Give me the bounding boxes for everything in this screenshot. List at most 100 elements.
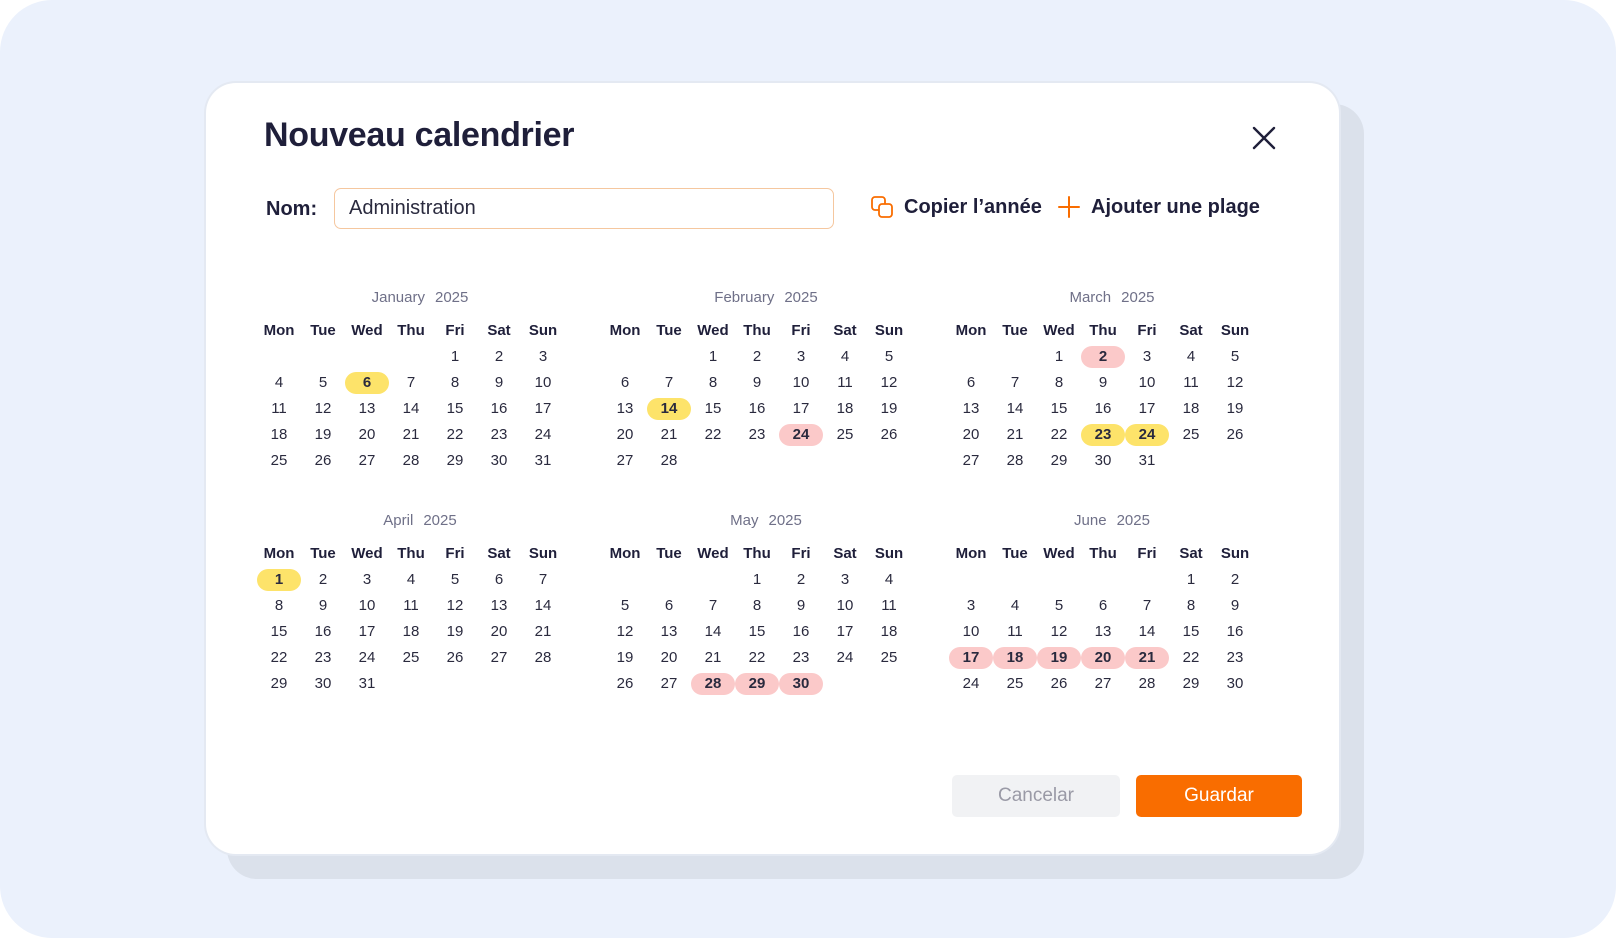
day-cell[interactable]: 28 (993, 450, 1037, 472)
day-cell[interactable]: 8 (433, 372, 477, 394)
day-cell[interactable]: 17 (521, 398, 565, 420)
day-cell[interactable]: 24 (779, 424, 823, 446)
copy-year-button[interactable]: Copier l’année (870, 195, 1042, 219)
day-cell[interactable]: 7 (993, 372, 1037, 394)
day-cell[interactable]: 18 (389, 621, 433, 643)
day-cell[interactable]: 21 (1125, 647, 1169, 669)
day-cell[interactable]: 21 (521, 621, 565, 643)
day-cell[interactable]: 6 (949, 372, 993, 394)
day-cell[interactable]: 15 (257, 621, 301, 643)
day-cell[interactable]: 15 (433, 398, 477, 420)
day-cell[interactable]: 19 (301, 424, 345, 446)
day-cell[interactable]: 14 (993, 398, 1037, 420)
day-cell[interactable]: 26 (433, 647, 477, 669)
day-cell[interactable]: 5 (1213, 346, 1257, 368)
day-cell[interactable]: 26 (1037, 673, 1081, 695)
cancel-button[interactable]: Cancelar (952, 775, 1120, 817)
day-cell[interactable]: 8 (1037, 372, 1081, 394)
day-cell[interactable]: 22 (735, 647, 779, 669)
day-cell[interactable]: 23 (1213, 647, 1257, 669)
day-cell[interactable]: 10 (521, 372, 565, 394)
day-cell[interactable]: 30 (301, 673, 345, 695)
day-cell[interactable]: 9 (779, 595, 823, 617)
day-cell[interactable]: 21 (993, 424, 1037, 446)
day-cell[interactable]: 11 (993, 621, 1037, 643)
day-cell[interactable]: 20 (1081, 647, 1125, 669)
day-cell[interactable]: 1 (433, 346, 477, 368)
day-cell[interactable]: 11 (823, 372, 867, 394)
day-cell[interactable]: 24 (345, 647, 389, 669)
day-cell[interactable]: 14 (647, 398, 691, 420)
day-cell[interactable]: 15 (1037, 398, 1081, 420)
day-cell[interactable]: 14 (521, 595, 565, 617)
day-cell[interactable]: 22 (691, 424, 735, 446)
day-cell[interactable]: 23 (477, 424, 521, 446)
day-cell[interactable]: 20 (603, 424, 647, 446)
day-cell[interactable]: 2 (1081, 346, 1125, 368)
day-cell[interactable]: 18 (257, 424, 301, 446)
day-cell[interactable]: 4 (389, 569, 433, 591)
day-cell[interactable]: 6 (477, 569, 521, 591)
day-cell[interactable]: 12 (301, 398, 345, 420)
day-cell[interactable]: 25 (257, 450, 301, 472)
day-cell[interactable]: 13 (1081, 621, 1125, 643)
day-cell[interactable]: 4 (257, 372, 301, 394)
day-cell[interactable]: 9 (301, 595, 345, 617)
day-cell[interactable]: 27 (647, 673, 691, 695)
day-cell[interactable]: 3 (345, 569, 389, 591)
day-cell[interactable]: 3 (779, 346, 823, 368)
day-cell[interactable]: 22 (433, 424, 477, 446)
day-cell[interactable]: 16 (779, 621, 823, 643)
day-cell[interactable]: 24 (1125, 424, 1169, 446)
day-cell[interactable]: 10 (823, 595, 867, 617)
day-cell[interactable]: 23 (1081, 424, 1125, 446)
day-cell[interactable]: 4 (867, 569, 911, 591)
day-cell[interactable]: 14 (691, 621, 735, 643)
day-cell[interactable]: 10 (1125, 372, 1169, 394)
day-cell[interactable]: 5 (433, 569, 477, 591)
day-cell[interactable]: 27 (345, 450, 389, 472)
day-cell[interactable]: 5 (603, 595, 647, 617)
day-cell[interactable]: 10 (345, 595, 389, 617)
day-cell[interactable]: 19 (433, 621, 477, 643)
day-cell[interactable]: 29 (1169, 673, 1213, 695)
day-cell[interactable]: 9 (1081, 372, 1125, 394)
day-cell[interactable]: 12 (603, 621, 647, 643)
day-cell[interactable]: 10 (779, 372, 823, 394)
day-cell[interactable]: 11 (867, 595, 911, 617)
day-cell[interactable]: 6 (1081, 595, 1125, 617)
day-cell[interactable]: 28 (691, 673, 735, 695)
day-cell[interactable]: 24 (823, 647, 867, 669)
day-cell[interactable]: 27 (1081, 673, 1125, 695)
day-cell[interactable]: 19 (603, 647, 647, 669)
day-cell[interactable]: 24 (949, 673, 993, 695)
day-cell[interactable]: 1 (1169, 569, 1213, 591)
day-cell[interactable]: 27 (603, 450, 647, 472)
day-cell[interactable]: 2 (735, 346, 779, 368)
day-cell[interactable]: 13 (345, 398, 389, 420)
day-cell[interactable]: 12 (433, 595, 477, 617)
day-cell[interactable]: 12 (1037, 621, 1081, 643)
day-cell[interactable]: 29 (433, 450, 477, 472)
day-cell[interactable]: 9 (735, 372, 779, 394)
day-cell[interactable]: 28 (647, 450, 691, 472)
day-cell[interactable]: 18 (1169, 398, 1213, 420)
day-cell[interactable]: 9 (1213, 595, 1257, 617)
day-cell[interactable]: 11 (389, 595, 433, 617)
day-cell[interactable]: 19 (867, 398, 911, 420)
day-cell[interactable]: 8 (1169, 595, 1213, 617)
day-cell[interactable]: 11 (257, 398, 301, 420)
day-cell[interactable]: 24 (521, 424, 565, 446)
day-cell[interactable]: 5 (1037, 595, 1081, 617)
day-cell[interactable]: 16 (301, 621, 345, 643)
day-cell[interactable]: 18 (823, 398, 867, 420)
day-cell[interactable]: 7 (1125, 595, 1169, 617)
day-cell[interactable]: 12 (1213, 372, 1257, 394)
day-cell[interactable]: 18 (993, 647, 1037, 669)
day-cell[interactable]: 30 (1081, 450, 1125, 472)
day-cell[interactable]: 1 (691, 346, 735, 368)
day-cell[interactable]: 31 (521, 450, 565, 472)
day-cell[interactable]: 17 (823, 621, 867, 643)
day-cell[interactable]: 26 (603, 673, 647, 695)
day-cell[interactable]: 2 (1213, 569, 1257, 591)
